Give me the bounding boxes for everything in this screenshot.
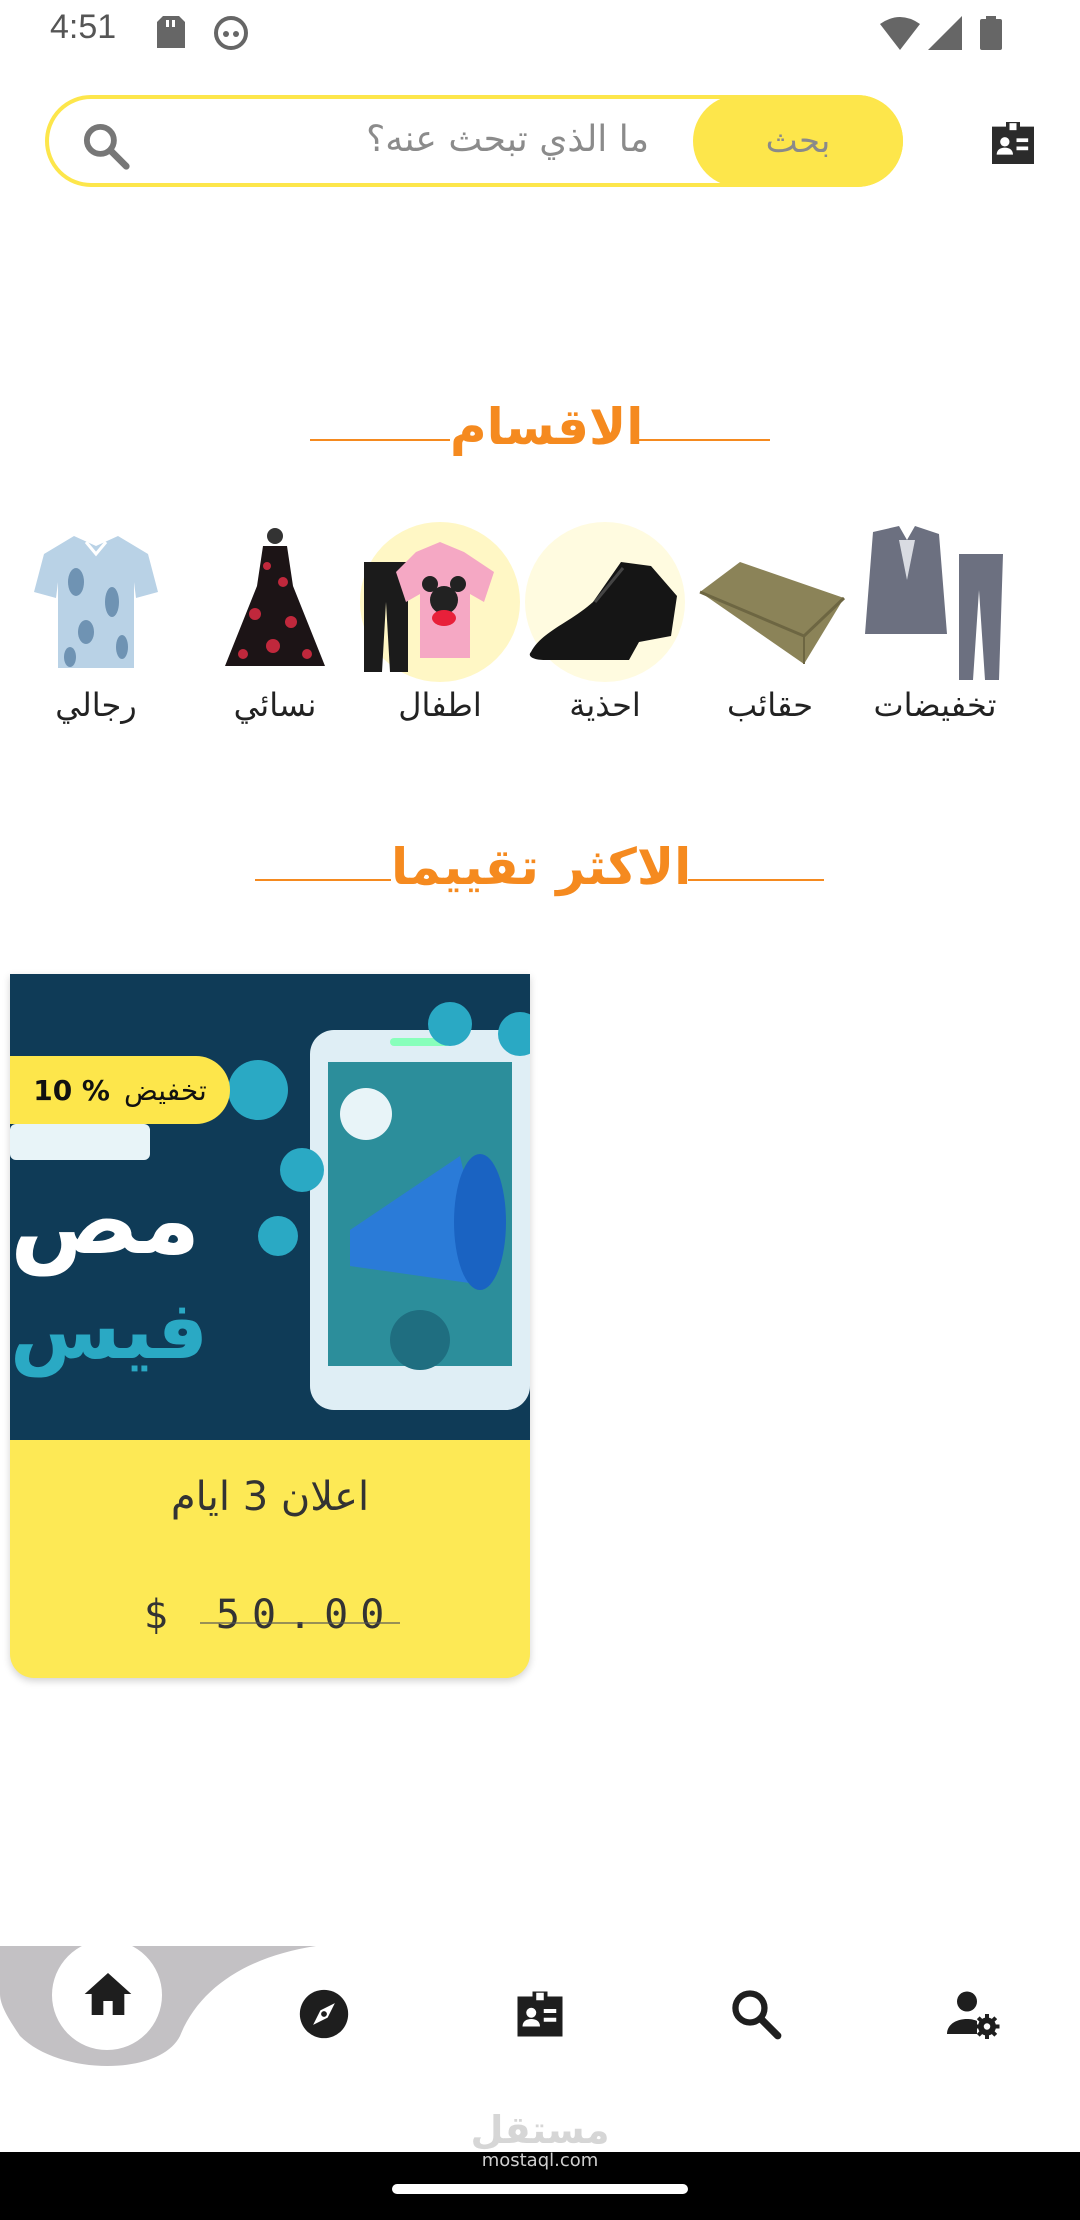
status-time: 4:51 (50, 8, 117, 46)
cellular-icon (928, 16, 962, 50)
category-shoes[interactable]: احذية (525, 522, 685, 724)
explore-icon (299, 1989, 349, 2039)
nav-user-settings[interactable] (932, 1974, 1012, 2054)
nav-badge[interactable] (500, 1974, 580, 2054)
badge-icon[interactable] (985, 115, 1041, 171)
category-men[interactable]: رجالي (16, 522, 176, 724)
status-bar: 4:51 (0, 0, 1080, 66)
nav-explore[interactable] (284, 1974, 364, 2054)
shoe-icon (525, 522, 685, 682)
product-title: اعلان 3 ايام (170, 1474, 370, 1520)
title-divider-right (632, 439, 770, 441)
battery-icon (980, 16, 1002, 50)
category-women[interactable]: نسائي (195, 522, 355, 724)
search-icon (83, 123, 130, 170)
suit-icon (865, 526, 1003, 680)
category-kids[interactable]: اطفال (360, 522, 520, 724)
search-input[interactable]: ما الذي تبحث عنه؟ (366, 119, 649, 160)
home-icon (84, 1973, 132, 2015)
image-headline: مص (10, 1164, 201, 1276)
title-divider-left (310, 439, 450, 441)
search-bar[interactable]: ما الذي تبحث عنه؟ بحث (45, 95, 903, 187)
user-settings-icon (947, 1991, 1000, 2039)
discount-value: 10 % (33, 1073, 110, 1107)
image-subline: فيس (10, 1284, 209, 1377)
product-image: مص فيس (10, 974, 530, 1440)
price-strikethrough (200, 1622, 400, 1624)
kids-outfit-icon (360, 522, 520, 682)
nav-search[interactable] (716, 1974, 796, 2054)
watermark-url: mostaql.com (481, 2150, 599, 2171)
dress-icon (225, 528, 325, 666)
sd-card-icon (157, 16, 185, 48)
category-label: احذية (569, 686, 641, 724)
wallet-icon (699, 562, 846, 664)
shirt-icon (34, 536, 158, 668)
badge-icon (517, 1991, 563, 2037)
category-label: رجالي (55, 686, 137, 724)
home-indicator[interactable] (392, 2184, 688, 2194)
category-bags[interactable]: حقائب (690, 522, 850, 724)
search-button[interactable]: بحث (693, 95, 903, 187)
discount-badge: تخفيض 10 % (10, 1056, 230, 1124)
categories-title: الاقسام (450, 398, 644, 456)
category-label: تخفيضات (873, 686, 997, 724)
category-label: نسائي (233, 686, 317, 724)
discount-word: تخفيض (124, 1073, 207, 1107)
android-face-icon (214, 16, 248, 50)
nav-home[interactable] (68, 1954, 148, 2034)
top-rated-title: الاكثر تقييما (391, 838, 692, 896)
category-discounts[interactable]: تخفيضات (855, 522, 1015, 724)
product-price: $ 50.00 (143, 1592, 397, 1638)
category-label: اطفال (398, 686, 482, 724)
bottom-nav (0, 1940, 1080, 2076)
title-divider-left (255, 879, 391, 881)
category-label: حقائب (726, 686, 814, 724)
title-divider-right (688, 879, 824, 881)
search-icon (732, 1990, 782, 2040)
watermark-logo: مستقل (470, 2108, 610, 2152)
nav-active-indicator (0, 1946, 316, 2066)
wifi-icon (880, 17, 920, 50)
product-card[interactable]: مص فيس تخفيض 10 % اعلان 3 ايام $ 50.00 (10, 974, 530, 1678)
